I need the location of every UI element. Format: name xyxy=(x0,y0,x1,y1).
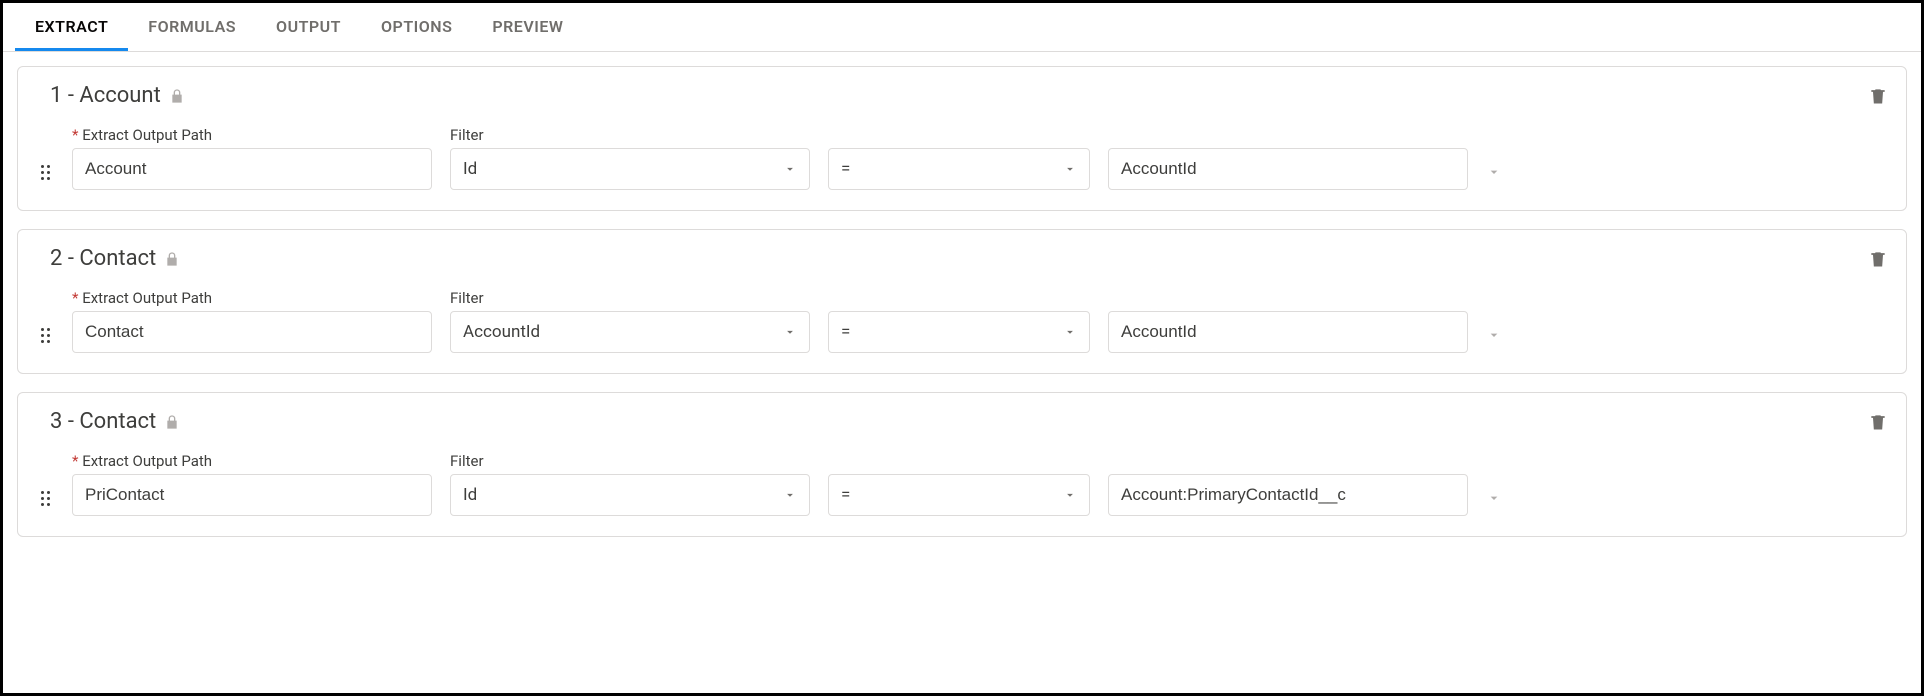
trash-icon[interactable] xyxy=(1868,249,1888,269)
tab-preview[interactable]: PREVIEW xyxy=(472,3,583,51)
filter-field-select[interactable]: Id xyxy=(450,148,810,190)
chevron-down-icon xyxy=(1063,162,1077,176)
trash-icon[interactable] xyxy=(1868,86,1888,106)
drag-handle-icon[interactable] xyxy=(36,328,54,353)
filter-field-select[interactable]: AccountId xyxy=(450,311,810,353)
tab-options[interactable]: OPTIONS xyxy=(361,3,472,51)
extract-block: 3 - Contact * Extract Output Path Filter xyxy=(17,392,1907,537)
extract-block: 2 - Contact * Extract Output Path Filter xyxy=(17,229,1907,374)
output-path-label: * Extract Output Path xyxy=(72,289,432,307)
lock-icon xyxy=(164,414,180,430)
block-title: 2 - Contact xyxy=(50,246,156,271)
chevron-down-icon xyxy=(783,162,797,176)
output-path-input[interactable] xyxy=(72,148,432,190)
content-area: 1 - Account * Extract Output Path Filter xyxy=(3,52,1921,569)
trash-icon[interactable] xyxy=(1868,412,1888,432)
drag-handle-icon[interactable] xyxy=(36,165,54,190)
filter-value-input[interactable] xyxy=(1108,474,1468,516)
expand-toggle-icon[interactable] xyxy=(1486,327,1502,353)
extract-block: 1 - Account * Extract Output Path Filter xyxy=(17,66,1907,211)
tab-extract[interactable]: EXTRACT xyxy=(15,3,128,51)
tab-formulas[interactable]: FORMULAS xyxy=(128,3,256,51)
output-path-input[interactable] xyxy=(72,311,432,353)
chevron-down-icon xyxy=(783,488,797,502)
block-title: 1 - Account xyxy=(50,83,161,108)
filter-label: Filter xyxy=(450,289,810,307)
filter-label: Filter xyxy=(450,126,810,144)
lock-icon xyxy=(169,88,185,104)
chevron-down-icon xyxy=(1063,325,1077,339)
tab-bar: EXTRACT FORMULAS OUTPUT OPTIONS PREVIEW xyxy=(3,3,1921,52)
operator-select[interactable]: = xyxy=(828,474,1090,516)
output-path-label: * Extract Output Path xyxy=(72,452,432,470)
filter-label: Filter xyxy=(450,452,810,470)
expand-toggle-icon[interactable] xyxy=(1486,490,1502,516)
filter-field-select[interactable]: Id xyxy=(450,474,810,516)
drag-handle-icon[interactable] xyxy=(36,491,54,516)
block-title: 3 - Contact xyxy=(50,409,156,434)
chevron-down-icon xyxy=(783,325,797,339)
filter-value-input[interactable] xyxy=(1108,311,1468,353)
filter-value-input[interactable] xyxy=(1108,148,1468,190)
operator-select[interactable]: = xyxy=(828,311,1090,353)
tab-output[interactable]: OUTPUT xyxy=(256,3,361,51)
output-path-input[interactable] xyxy=(72,474,432,516)
operator-select[interactable]: = xyxy=(828,148,1090,190)
output-path-label: * Extract Output Path xyxy=(72,126,432,144)
chevron-down-icon xyxy=(1063,488,1077,502)
expand-toggle-icon[interactable] xyxy=(1486,164,1502,190)
lock-icon xyxy=(164,251,180,267)
